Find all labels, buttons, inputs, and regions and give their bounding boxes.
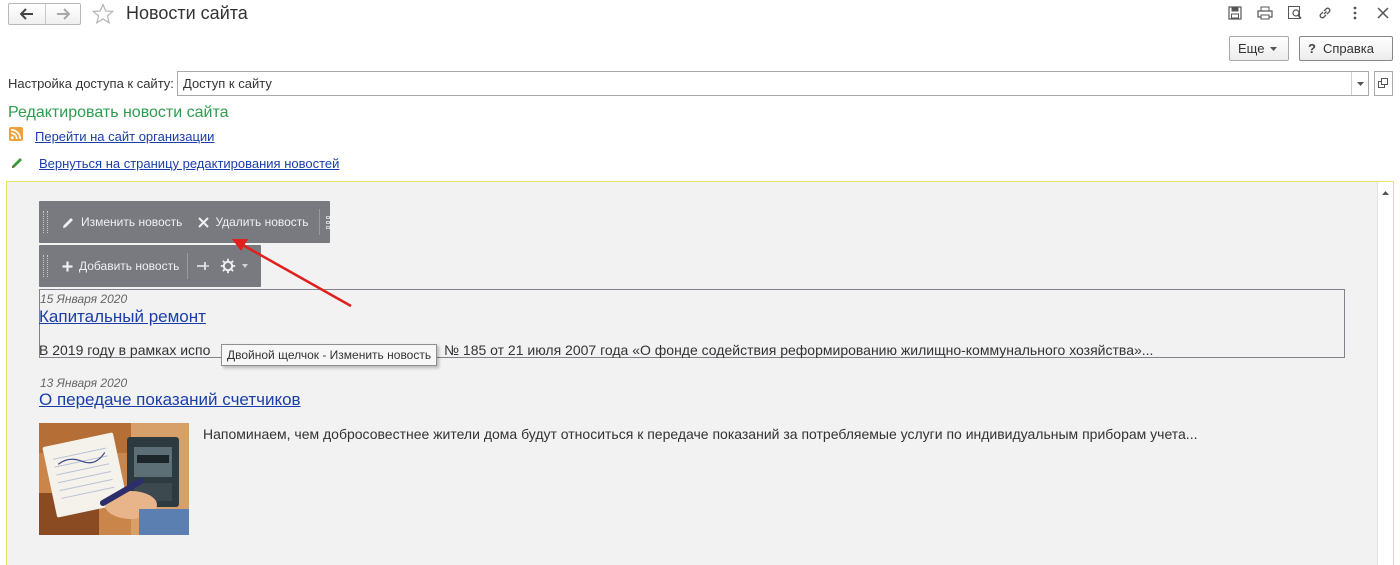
pin-icon [197,262,210,270]
help-button[interactable]: ? Справка [1299,36,1393,61]
delete-news-label: Удалить новость [215,215,309,229]
news-text-continued: № 185 от 21 июля 2007 года «О фонде соде… [444,342,1154,358]
navigation-buttons [8,3,81,25]
news-title-link[interactable]: Капитальный ремонт [39,307,206,327]
news-date: 13 Января 2020 [40,376,128,390]
tooltip: Двойной щелчок - Изменить новость [221,344,438,366]
goto-site-link[interactable]: Перейти на сайт организации [35,129,214,144]
news-text: В 2019 году в рамках испо [39,342,211,358]
page-title: Новости сайта [126,3,248,23]
close-icon [198,216,210,228]
edit-news-button[interactable]: Изменить новость [54,201,190,243]
annotation-arrow [232,239,352,308]
more-button[interactable]: Еще [1229,36,1289,61]
more-button-label: Еще [1238,41,1265,56]
news-photo [39,423,189,535]
print-icon[interactable] [1256,4,1274,22]
toolbar-grip[interactable] [43,211,48,233]
help-button-label: Справка [1322,41,1374,56]
open-button[interactable] [1374,71,1393,96]
vertical-scrollbar[interactable] [1377,182,1393,565]
favorite-star-icon[interactable] [91,2,115,25]
edit-news-label: Изменить новость [81,215,183,229]
more-vertical-icon[interactable] [1346,4,1364,22]
arrow-right-icon [56,8,70,20]
section-title: Редактировать новости сайта [8,104,229,121]
rss-icon [9,127,23,144]
back-button[interactable] [9,4,45,24]
preview-icon[interactable] [1286,4,1304,22]
news-date: 15 Января 2020 [40,292,128,306]
add-news-button[interactable]: Добавить новость [54,245,187,287]
plus-icon [62,261,73,271]
add-news-label: Добавить новость [79,259,180,273]
link-icon[interactable] [1316,4,1334,22]
dropdown-button[interactable] [1351,72,1368,95]
chevron-down-icon [1356,81,1364,86]
toolbar-handle-icon[interactable] [325,215,330,229]
pencil-icon [10,156,24,173]
access-field[interactable]: Доступ к сайту [177,71,1369,96]
news-title-link[interactable]: О передаче показаний счетчиков [39,390,301,410]
chevron-up-icon [1382,191,1389,195]
save-icon[interactable] [1226,4,1244,22]
help-icon: ? [1308,41,1316,56]
chevron-down-icon [1270,46,1278,51]
forward-button[interactable] [44,4,81,24]
news-text: Напоминаем, чем добросовестнее жители до… [203,426,1198,442]
scroll-up-button[interactable] [1378,186,1393,200]
access-field-value: Доступ к сайту [183,76,272,91]
pin-button[interactable] [188,245,218,287]
toolbar-grip[interactable] [43,255,48,277]
open-copy-icon [1378,78,1388,88]
back-to-editing-link[interactable]: Вернуться на страницу редактирования нов… [39,156,339,171]
pencil-icon [63,217,73,228]
access-label: Настройка доступа к сайту: [8,76,174,91]
close-icon[interactable] [1374,4,1392,22]
arrow-left-icon [19,8,33,20]
